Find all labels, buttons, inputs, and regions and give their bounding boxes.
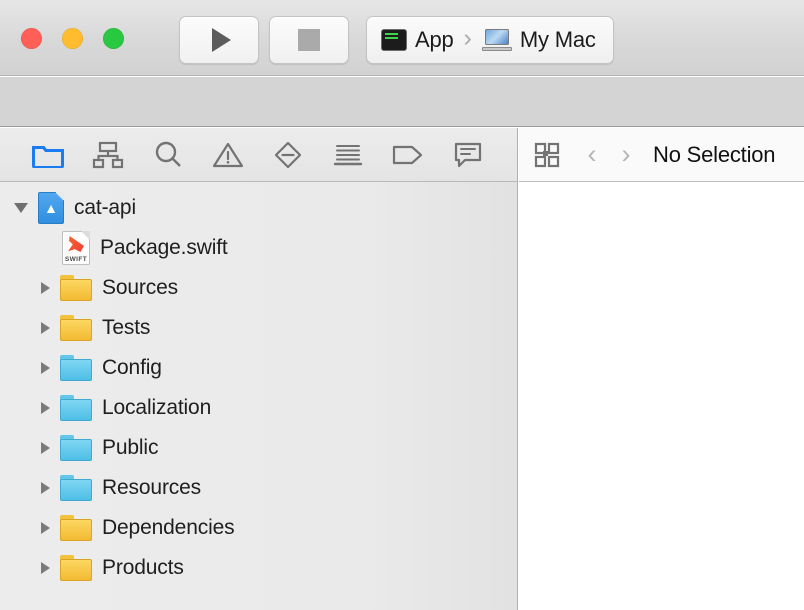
disclosure-triangle-collapsed-icon[interactable]: [41, 322, 50, 334]
warning-triangle-icon: [212, 142, 244, 168]
window-titlebar: App › My Mac: [0, 0, 804, 76]
sidebar-item-test-navigator[interactable]: [260, 128, 316, 182]
related-items-grid-icon: [534, 142, 560, 167]
tree-row-sources[interactable]: Sources: [0, 268, 517, 308]
tree-row-label: Localization: [102, 396, 212, 419]
editor-jump-bar: ‹ › No Selection: [519, 128, 804, 182]
stop-button[interactable]: [269, 16, 349, 64]
tree-row-label: Dependencies: [102, 516, 235, 539]
sidebar-item-tag-navigator[interactable]: [380, 128, 436, 182]
folder-yellow-icon: [60, 515, 92, 541]
folder-blue-icon: [60, 395, 92, 421]
disclosure-triangle-collapsed-icon[interactable]: [41, 442, 50, 454]
folder-blue-icon: [60, 355, 92, 381]
tree-row-products[interactable]: Products: [0, 548, 517, 588]
navigator-pane: ▲ cat-api SWIFT Package.swift Sources Te…: [0, 128, 518, 610]
swift-file-icon: SWIFT: [62, 231, 90, 265]
scheme-destination-label: My Mac: [519, 27, 596, 52]
jump-bar-back-button[interactable]: ‹: [575, 141, 609, 168]
tree-row-public[interactable]: Public: [0, 428, 517, 468]
disclosure-triangle-collapsed-icon[interactable]: [41, 362, 50, 374]
stop-square-icon: [298, 29, 320, 51]
jump-bar-forward-button[interactable]: ›: [609, 141, 643, 168]
tree-row-label: Public: [102, 436, 159, 459]
tag-icon: [392, 145, 423, 165]
tree-row-resources[interactable]: Resources: [0, 468, 517, 508]
scheme-target-label: App: [415, 27, 454, 52]
tree-row-label: Tests: [102, 316, 151, 339]
tree-row-label: Config: [102, 356, 162, 379]
jump-bar-title[interactable]: No Selection: [653, 142, 776, 168]
folder-icon: [32, 146, 64, 168]
laptop-icon: [481, 29, 512, 51]
tree-row-localization[interactable]: Localization: [0, 388, 517, 428]
folder-blue-icon: [60, 435, 92, 461]
project-navigator-tree: ▲ cat-api SWIFT Package.swift Sources Te…: [0, 182, 517, 588]
play-triangle-icon: [212, 28, 231, 52]
disclosure-triangle-open-icon[interactable]: [14, 203, 28, 213]
sidebar-item-issue-navigator[interactable]: [200, 128, 256, 182]
close-button[interactable]: [21, 28, 42, 49]
xcode-window: App › My Mac ▲ cat-api SWIFT Package.swi…: [0, 0, 804, 610]
disclosure-triangle-collapsed-icon[interactable]: [41, 282, 50, 294]
folder-blue-icon: [60, 475, 92, 501]
tree-row-package-swift[interactable]: SWIFT Package.swift: [0, 228, 517, 268]
tree-row-label: Sources: [102, 276, 178, 299]
tree-row-label: Package.swift: [100, 236, 228, 259]
comment-bubble-icon: [454, 142, 482, 168]
xcode-project-icon: ▲: [38, 192, 64, 224]
folder-yellow-icon: [60, 275, 92, 301]
tree-row-dependencies[interactable]: Dependencies: [0, 508, 517, 548]
sidebar-item-comment-navigator[interactable]: [440, 128, 496, 182]
traffic-light-group: [21, 28, 124, 49]
tree-row-project[interactable]: ▲ cat-api: [0, 188, 517, 228]
disclosure-triangle-collapsed-icon[interactable]: [41, 402, 50, 414]
disclosure-triangle-collapsed-icon[interactable]: [41, 522, 50, 534]
disclosure-triangle-collapsed-icon[interactable]: [41, 562, 50, 574]
report-lines-icon: [333, 145, 363, 166]
tree-row-tests[interactable]: Tests: [0, 308, 517, 348]
sidebar-item-find-navigator[interactable]: [140, 128, 196, 182]
secondary-toolbar-strip: [0, 77, 804, 127]
tree-row-label: cat-api: [74, 196, 136, 219]
tree-row-label: Products: [102, 556, 184, 579]
sidebar-item-report-navigator[interactable]: [320, 128, 376, 182]
tree-row-label: Resources: [102, 476, 202, 499]
minimize-button[interactable]: [62, 28, 83, 49]
breadcrumb-separator-icon: ›: [463, 24, 472, 52]
search-icon: [155, 141, 181, 167]
source-control-icon: [92, 141, 124, 169]
sidebar-item-source-control-navigator[interactable]: [80, 128, 136, 182]
related-items-button[interactable]: [519, 141, 575, 169]
folder-yellow-icon: [60, 315, 92, 341]
scheme-destination-selector[interactable]: App › My Mac: [366, 16, 614, 64]
navigator-tab-bar: [0, 128, 517, 182]
editor-pane: ‹ › No Selection: [519, 128, 804, 610]
breakpoint-diamond-icon: [274, 141, 302, 169]
sidebar-item-project-navigator[interactable]: [20, 128, 76, 182]
zoom-button[interactable]: [103, 28, 124, 49]
disclosure-triangle-collapsed-icon[interactable]: [41, 482, 50, 494]
tree-row-config[interactable]: Config: [0, 348, 517, 388]
terminal-icon: [381, 29, 407, 51]
run-button[interactable]: [179, 16, 259, 64]
folder-yellow-icon: [60, 555, 92, 581]
